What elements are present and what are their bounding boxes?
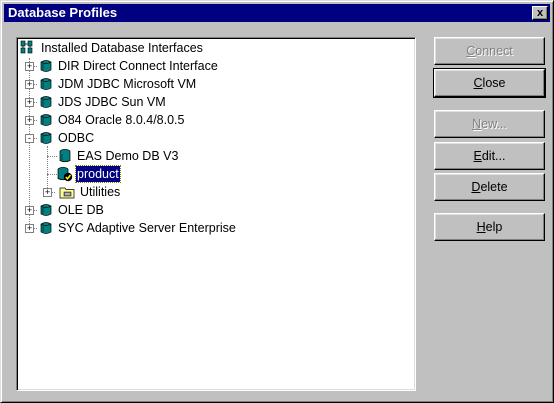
window-title: Database Profiles <box>8 5 118 20</box>
database-driver-icon <box>40 78 52 90</box>
connected-profile-icon <box>57 167 73 182</box>
database-driver-icon <box>40 60 52 72</box>
database-driver-icon <box>40 114 52 126</box>
tree-item-label: O84 Oracle 8.0.4/8.0.5 <box>58 113 185 127</box>
new-button[interactable]: New... <box>434 110 545 138</box>
tree-item-dir[interactable]: + DIR Direct Connect Interface <box>19 57 319 75</box>
tree-item-label: DIR Direct Connect Interface <box>58 59 218 73</box>
expand-toggle[interactable]: + <box>25 62 34 71</box>
title-bar[interactable]: Database Profiles x <box>4 4 550 22</box>
tree-item-eas-demo-db[interactable]: EAS Demo DB V3 <box>19 147 319 165</box>
tree-item-label: ODBC <box>58 131 95 145</box>
tree-item-label: Utilities <box>80 185 121 199</box>
database-interfaces-icon <box>20 40 33 54</box>
utilities-folder-icon <box>59 187 75 199</box>
tree-root-label: Installed Database Interfaces <box>41 41 203 55</box>
expand-toggle[interactable]: + <box>25 80 34 89</box>
close-window-button[interactable]: x <box>532 6 548 20</box>
accel-key: C <box>466 44 476 58</box>
accel-key: H <box>476 220 486 234</box>
database-driver-icon <box>40 132 52 144</box>
database-profile-icon <box>59 149 71 163</box>
tree-item-label: EAS Demo DB V3 <box>77 149 179 163</box>
edit-button[interactable]: Edit... <box>434 142 545 170</box>
expand-toggle[interactable]: + <box>25 98 34 107</box>
tree-item-label: SYC Adaptive Server Enterprise <box>58 221 236 235</box>
tree-item-label: OLE DB <box>58 203 104 217</box>
tree-root[interactable]: Installed Database Interfaces <box>19 39 319 57</box>
tree-item-syc[interactable]: + SYC Adaptive Server Enterprise <box>19 219 319 237</box>
close-button[interactable]: Close <box>433 68 546 98</box>
tree-item-label: JDS JDBC Sun VM <box>58 95 166 109</box>
connect-button[interactable]: Connect <box>434 37 545 65</box>
expand-toggle[interactable]: + <box>25 224 34 233</box>
accel-key: N <box>472 117 482 131</box>
database-driver-icon <box>40 222 52 234</box>
database-driver-icon <box>40 204 52 216</box>
database-tree[interactable]: Installed Database Interfaces + DIR Dire… <box>16 37 416 391</box>
expand-toggle[interactable]: + <box>43 188 52 197</box>
tree-item-label-selected: product <box>75 165 121 183</box>
accel-key: C <box>473 76 483 90</box>
tree-item-product[interactable]: product <box>19 165 319 183</box>
tree-item-utilities[interactable]: + Utilities <box>19 183 319 201</box>
tree-item-label: JDM JDBC Microsoft VM <box>58 77 197 91</box>
database-driver-icon <box>40 96 52 108</box>
tree-item-jds[interactable]: + JDS JDBC Sun VM <box>19 93 319 111</box>
accel-key: E <box>473 149 482 163</box>
tree-item-jdm[interactable]: + JDM JDBC Microsoft VM <box>19 75 319 93</box>
tree-item-o84[interactable]: + O84 Oracle 8.0.4/8.0.5 <box>19 111 319 129</box>
expand-toggle[interactable]: + <box>25 116 34 125</box>
tree-item-ole-db[interactable]: + OLE DB <box>19 201 319 219</box>
delete-button[interactable]: Delete <box>434 173 545 201</box>
database-profiles-dialog: Database Profiles x Installed Database I… <box>0 0 554 403</box>
help-button[interactable]: Help <box>434 213 545 241</box>
expand-toggle[interactable]: + <box>25 206 34 215</box>
collapse-toggle[interactable]: - <box>25 134 34 143</box>
tree-item-odbc[interactable]: - ODBC <box>19 129 319 147</box>
